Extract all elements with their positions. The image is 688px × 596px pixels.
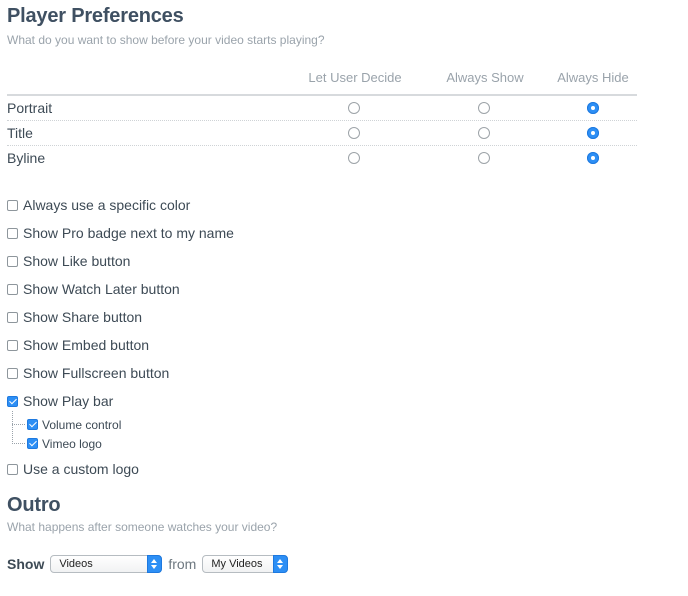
outro-show-label: Show [7, 556, 45, 572]
byline-always-show-radio[interactable] [478, 152, 490, 164]
portrait-let-user-decide-radio[interactable] [348, 102, 360, 114]
player-options-list: Always use a specific color Show Pro bad… [7, 191, 407, 483]
option-label: Show Like button [23, 253, 131, 269]
option-pro-badge[interactable]: Show Pro badge next to my name [7, 219, 407, 247]
portrait-always-hide-radio[interactable] [587, 102, 599, 114]
row-label: Byline [7, 150, 46, 166]
outro-from-label: from [168, 556, 197, 572]
row-label: Portrait [7, 100, 53, 116]
visibility-table-header: Let User Decide Always Show Always Hide [7, 66, 637, 96]
byline-always-hide-radio[interactable] [587, 152, 599, 164]
select-arrows-icon [147, 555, 163, 573]
suboption-vimeo-logo[interactable]: Vimeo logo [12, 434, 407, 453]
vimeo-logo-checkbox[interactable] [27, 438, 38, 449]
play-bar-checkbox[interactable] [7, 395, 18, 407]
option-label: Show Play bar [23, 393, 114, 409]
outro-controls: Show Videos from My Videos [7, 555, 289, 573]
outro-source-value: My Videos [211, 558, 263, 570]
option-custom-logo[interactable]: Use a custom logo [7, 455, 407, 483]
option-label: Use a custom logo [23, 461, 139, 477]
option-label: Show Embed button [23, 337, 150, 353]
visibility-table: Let User Decide Always Show Always Hide … [7, 66, 637, 170]
outro-content-value: Videos [59, 558, 93, 570]
tree-connector [12, 443, 25, 444]
player-preferences-subtitle: What do you want to show before your vid… [7, 33, 325, 47]
title-let-user-decide-radio[interactable] [348, 127, 360, 139]
option-fullscreen-button[interactable]: Show Fullscreen button [7, 359, 407, 387]
table-row-byline: Byline [7, 146, 637, 170]
option-specific-color[interactable]: Always use a specific color [7, 191, 407, 219]
watch-later-checkbox[interactable] [7, 283, 18, 295]
option-embed-button[interactable]: Show Embed button [7, 331, 407, 359]
suboption-label: Vimeo logo [42, 436, 102, 451]
option-label: Show Share button [23, 309, 143, 325]
share-button-checkbox[interactable] [7, 311, 18, 323]
pro-badge-checkbox[interactable] [7, 227, 18, 239]
byline-let-user-decide-radio[interactable] [348, 152, 360, 164]
outro-subtitle: What happens after someone watches your … [7, 520, 278, 534]
tree-connector [12, 424, 25, 425]
suboption-label: Volume control [42, 417, 122, 432]
column-let-user-decide: Let User Decide [308, 70, 402, 85]
custom-logo-checkbox[interactable] [7, 463, 18, 475]
volume-control-checkbox[interactable] [27, 419, 38, 430]
option-label: Show Fullscreen button [23, 365, 170, 381]
embed-button-checkbox[interactable] [7, 339, 18, 351]
column-always-hide: Always Hide [557, 70, 629, 85]
option-play-bar[interactable]: Show Play bar [7, 387, 407, 415]
option-like-button[interactable]: Show Like button [7, 247, 407, 275]
title-always-show-radio[interactable] [478, 127, 490, 139]
play-bar-suboptions: Volume control Vimeo logo [12, 411, 407, 453]
like-button-checkbox[interactable] [7, 255, 18, 267]
select-arrows-icon [273, 555, 289, 573]
option-label: Show Watch Later button [23, 281, 180, 297]
suboption-volume-control[interactable]: Volume control [12, 411, 407, 444]
outro-source-select[interactable]: My Videos [202, 555, 289, 573]
row-label: Title [7, 125, 33, 141]
specific-color-checkbox[interactable] [7, 199, 18, 211]
title-always-hide-radio[interactable] [587, 127, 599, 139]
outro-title: Outro [7, 494, 61, 516]
option-label: Show Pro badge next to my name [23, 225, 234, 241]
option-label: Always use a specific color [23, 197, 191, 213]
option-watch-later-button[interactable]: Show Watch Later button [7, 275, 407, 303]
player-preferences-title: Player Preferences [7, 5, 184, 27]
option-share-button[interactable]: Show Share button [7, 303, 407, 331]
portrait-always-show-radio[interactable] [478, 102, 490, 114]
table-row-title: Title [7, 121, 637, 146]
table-row-portrait: Portrait [7, 96, 637, 121]
outro-content-select[interactable]: Videos [50, 555, 163, 573]
fullscreen-button-checkbox[interactable] [7, 367, 18, 379]
